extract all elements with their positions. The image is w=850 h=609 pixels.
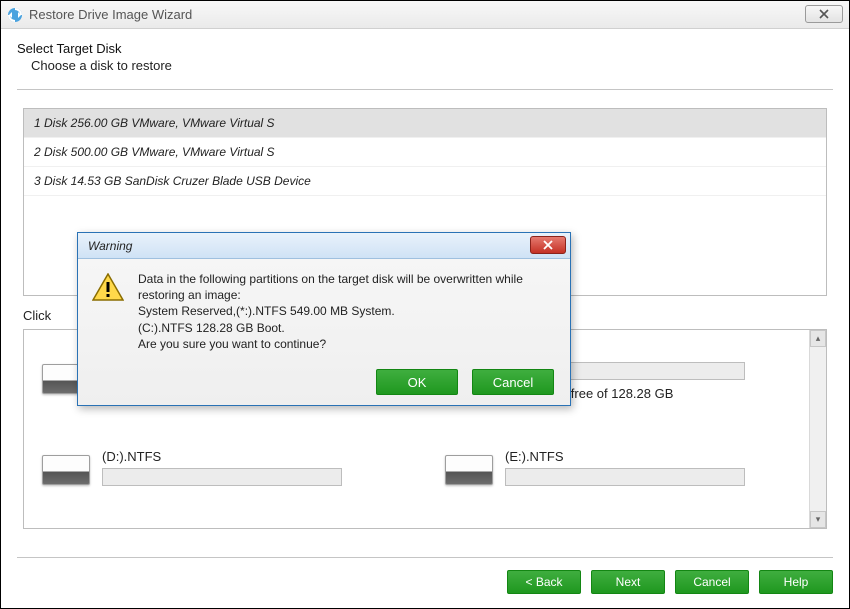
partition-item[interactable]: (E:).NTFS bbox=[445, 449, 808, 492]
window-title: Restore Drive Image Wizard bbox=[29, 7, 192, 22]
warning-icon bbox=[92, 273, 124, 301]
next-button[interactable]: Next bbox=[591, 570, 665, 594]
ok-button[interactable]: OK bbox=[376, 369, 458, 395]
dialog-line: Data in the following partitions on the … bbox=[138, 271, 556, 303]
dialog-line: (C:).NTFS 128.28 GB Boot. bbox=[138, 320, 556, 336]
disk-row[interactable]: 2 Disk 500.00 GB VMware, VMware Virtual … bbox=[24, 138, 826, 167]
wizard-header: Select Target Disk Choose a disk to rest… bbox=[1, 29, 849, 83]
partition-label: (D:).NTFS bbox=[102, 449, 405, 464]
disk-row[interactable]: 3 Disk 14.53 GB SanDisk Cruzer Blade USB… bbox=[24, 167, 826, 196]
dialog-cancel-button[interactable]: Cancel bbox=[472, 369, 554, 395]
window-close-button[interactable] bbox=[805, 5, 843, 23]
page-title: Select Target Disk bbox=[17, 41, 833, 56]
scroll-up-icon[interactable]: ▴ bbox=[810, 330, 826, 347]
dialog-body: Data in the following partitions on the … bbox=[78, 259, 570, 352]
dialog-message: Data in the following partitions on the … bbox=[138, 271, 556, 352]
partition-item[interactable]: (D:).NTFS bbox=[42, 449, 405, 492]
drive-icon bbox=[42, 455, 90, 485]
dialog-line: Are you sure you want to continue? bbox=[138, 336, 556, 352]
help-button[interactable]: Help bbox=[759, 570, 833, 594]
disk-row[interactable]: 1 Disk 256.00 GB VMware, VMware Virtual … bbox=[24, 109, 826, 138]
partition-usage-bar bbox=[505, 468, 745, 486]
partition-usage-bar bbox=[102, 468, 342, 486]
scrollbar[interactable]: ▴ ▾ bbox=[809, 330, 826, 528]
divider bbox=[17, 89, 833, 90]
wizard-buttons: < Back Next Cancel Help bbox=[507, 570, 833, 594]
drive-icon bbox=[445, 455, 493, 485]
page-subtitle: Choose a disk to restore bbox=[17, 58, 833, 73]
divider bbox=[17, 557, 833, 558]
dialog-buttons: OK Cancel bbox=[376, 369, 554, 395]
back-button[interactable]: < Back bbox=[507, 570, 581, 594]
warning-dialog: Warning Data in the following partitions… bbox=[77, 232, 571, 406]
window-titlebar: Restore Drive Image Wizard bbox=[1, 1, 849, 29]
scroll-down-icon[interactable]: ▾ bbox=[810, 511, 826, 528]
cancel-button[interactable]: Cancel bbox=[675, 570, 749, 594]
dialog-line: System Reserved,(*:).NTFS 549.00 MB Syst… bbox=[138, 303, 556, 319]
partition-label: (E:).NTFS bbox=[505, 449, 808, 464]
dialog-title: Warning bbox=[88, 239, 132, 253]
dialog-close-button[interactable] bbox=[530, 236, 566, 254]
app-icon bbox=[7, 7, 23, 23]
dialog-titlebar: Warning bbox=[78, 233, 570, 259]
